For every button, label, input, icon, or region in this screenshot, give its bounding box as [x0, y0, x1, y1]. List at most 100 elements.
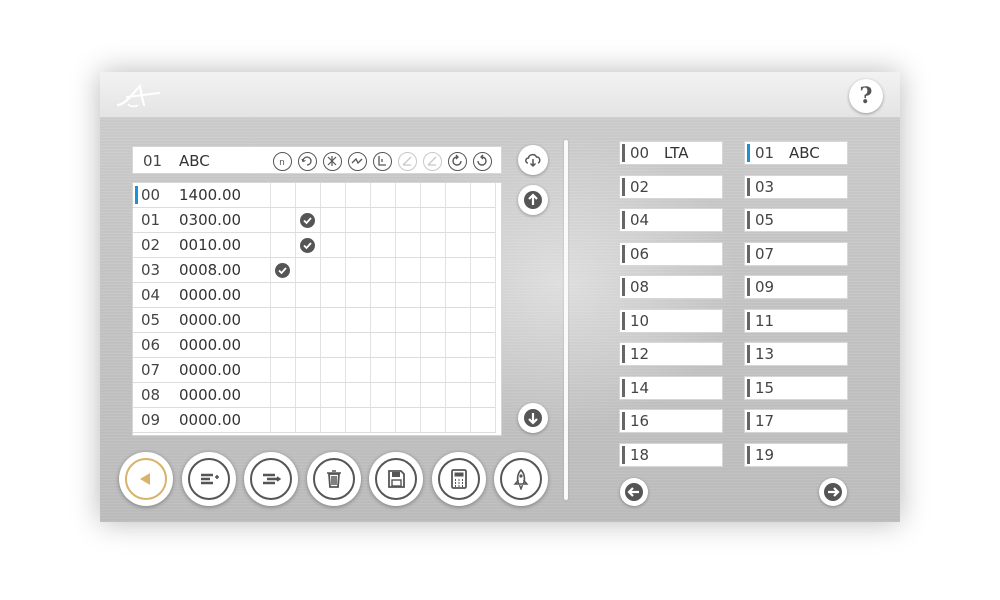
program-slot[interactable]: 09	[744, 275, 848, 299]
next-page-button[interactable]	[819, 478, 847, 506]
help-button[interactable]: ?	[849, 79, 883, 113]
row-value[interactable]: 0000.00	[179, 411, 241, 429]
program-slot[interactable]: 00 LTA	[619, 141, 723, 165]
row-index: 06	[141, 336, 161, 354]
row-value[interactable]: 0000.00	[179, 386, 241, 404]
button-ring	[125, 458, 167, 500]
program-name: ABC	[179, 152, 210, 170]
table-row[interactable]: 01 0300.00	[133, 208, 495, 233]
slot-index: 04	[630, 211, 650, 229]
program-slot[interactable]: 16	[619, 409, 723, 433]
angle-icon[interactable]	[423, 152, 442, 171]
button-ring	[437, 458, 480, 500]
slot-marker	[622, 345, 625, 363]
row-index: 09	[141, 411, 161, 429]
row-value[interactable]: 0000.00	[179, 336, 241, 354]
rotate-icon[interactable]	[298, 152, 317, 171]
row-value[interactable]: 0000.00	[179, 286, 241, 304]
slot-marker	[622, 177, 625, 196]
cross-icon[interactable]	[323, 152, 342, 171]
program-slot[interactable]: 05	[744, 208, 848, 232]
slot-index: 18	[630, 445, 650, 464]
table-row[interactable]: 06 0000.00	[133, 333, 495, 358]
program-slot[interactable]: 18	[619, 442, 723, 467]
rotate-cw-icon[interactable]	[448, 152, 467, 171]
row-value[interactable]: 0010.00	[179, 236, 241, 254]
rotate-ccw-icon[interactable]	[473, 152, 492, 171]
move-line-button[interactable]	[244, 452, 298, 506]
back-button[interactable]	[119, 452, 173, 506]
table-row[interactable]: 05 0000.00	[133, 308, 495, 333]
run-button[interactable]	[494, 452, 548, 506]
slot-index: 19	[755, 445, 775, 464]
slot-index: 10	[630, 311, 650, 330]
check-icon[interactable]	[275, 263, 290, 278]
table-row[interactable]: 00 1400.00	[133, 183, 495, 208]
delete-button[interactable]	[306, 452, 361, 506]
check-icon[interactable]	[300, 213, 315, 228]
row-value[interactable]: 1400.00	[179, 186, 241, 204]
program-slot[interactable]: 17	[744, 409, 848, 433]
slot-marker	[747, 445, 750, 464]
program-slot[interactable]: 15	[744, 375, 848, 400]
slot-index: 07	[755, 244, 775, 263]
program-slot[interactable]: 06	[619, 241, 723, 266]
slot-index: 11	[755, 311, 775, 330]
function-icon-row: n	[273, 152, 492, 171]
table-row[interactable]: 03 0008.00	[133, 258, 495, 283]
row-value[interactable]: 0300.00	[179, 211, 241, 229]
row-index: 02	[141, 236, 161, 254]
slot-marker	[747, 378, 750, 397]
angle-check-icon[interactable]	[398, 152, 417, 171]
step-icon[interactable]	[373, 152, 392, 171]
row-value[interactable]: 0008.00	[179, 261, 241, 279]
slot-marker	[747, 244, 750, 263]
selection-indicator	[135, 186, 138, 204]
mode-n-icon[interactable]: n	[273, 152, 292, 171]
insert-line-button[interactable]	[181, 452, 236, 506]
row-index: 03	[141, 261, 161, 279]
row-index: 01	[141, 211, 161, 229]
scroll-down-button[interactable]	[518, 403, 548, 433]
slot-index: 13	[755, 345, 775, 363]
program-slot[interactable]: 11	[744, 308, 848, 333]
row-value[interactable]: 0000.00	[179, 311, 241, 329]
scroll-up-button[interactable]	[518, 185, 548, 215]
table-row[interactable]: 09 0000.00	[133, 408, 495, 433]
table-row[interactable]: 07 0000.00	[133, 358, 495, 383]
slot-marker	[747, 345, 750, 363]
program-slot[interactable]: 02	[619, 174, 723, 199]
button-ring	[250, 458, 292, 500]
program-slot[interactable]: 04	[619, 208, 723, 232]
calculator-button[interactable]	[431, 452, 486, 506]
program-slot[interactable]: 07	[744, 241, 848, 266]
save-button[interactable]	[369, 452, 423, 506]
bend-icon[interactable]	[348, 152, 367, 171]
arrow-down-icon	[524, 409, 542, 427]
program-slot[interactable]: 08	[619, 275, 723, 299]
program-slot[interactable]: 03	[744, 174, 848, 199]
table-row[interactable]: 08 0000.00	[133, 383, 495, 408]
row-value[interactable]: 0000.00	[179, 361, 241, 379]
slot-marker	[622, 412, 625, 430]
cloud-download-button[interactable]	[518, 145, 548, 175]
brand-logo	[116, 83, 160, 108]
program-slot[interactable]: 01 ABC	[744, 141, 848, 165]
slot-index: 02	[630, 177, 650, 196]
grid-line	[495, 183, 496, 433]
program-slot[interactable]: 14	[619, 375, 723, 400]
program-slot[interactable]: 19	[744, 442, 848, 467]
program-slot[interactable]: 13	[744, 342, 848, 366]
program-slot[interactable]: 12	[619, 342, 723, 366]
table-row[interactable]: 02 0010.00	[133, 233, 495, 258]
program-slot[interactable]: 10	[619, 308, 723, 333]
svg-text:n: n	[279, 158, 285, 168]
slot-index: 08	[630, 278, 650, 296]
table-row[interactable]: 04 0000.00	[133, 283, 495, 308]
slot-index: 15	[755, 378, 775, 397]
previous-page-button[interactable]	[620, 478, 648, 506]
slot-index: 00	[630, 144, 650, 162]
slot-index: 05	[755, 211, 775, 229]
check-icon[interactable]	[300, 238, 315, 253]
step-table: 00 1400.00 01 0300.00 02 0010.00 03 0008.00 04 00…	[132, 182, 502, 436]
